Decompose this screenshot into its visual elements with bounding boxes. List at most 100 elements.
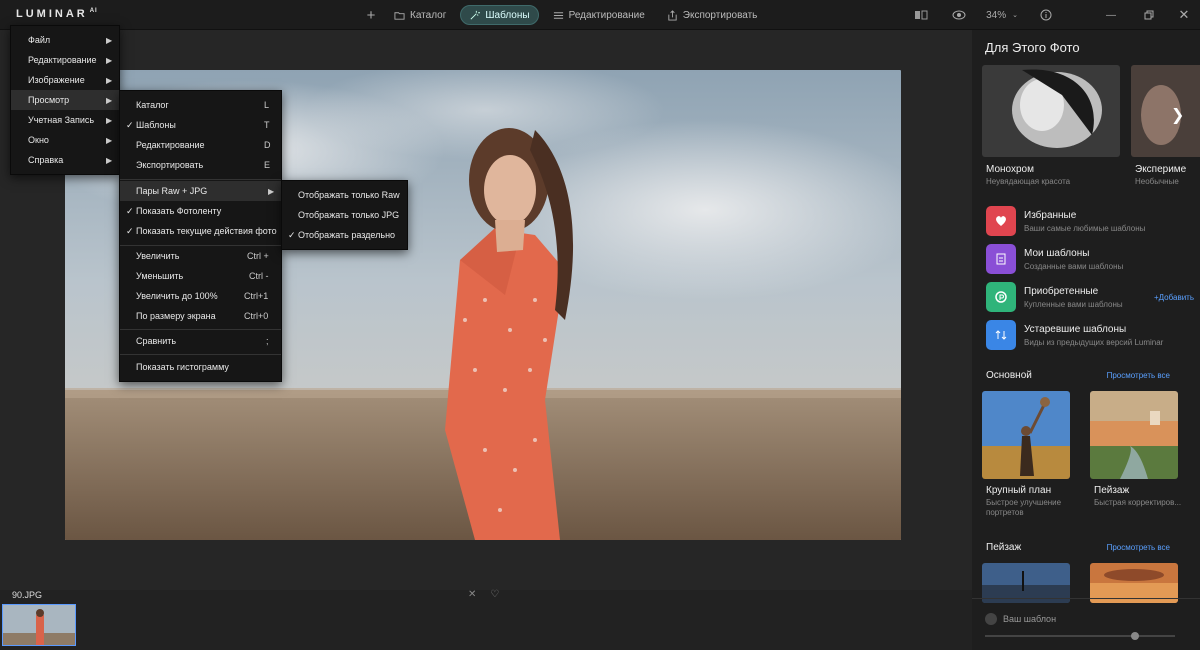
menu-item-label: Сравнить — [136, 336, 177, 346]
monochrome-preview — [982, 65, 1120, 157]
hero-template-monochrome[interactable] — [982, 65, 1120, 157]
luminar-window: LUMINAR AI + Каталог Шаблоны Редактирован… — [0, 0, 1200, 650]
menu-item-label: Окно — [28, 135, 49, 145]
view-item-zoom-out[interactable]: Уменьшить Ctrl - — [120, 266, 281, 286]
menu-item-label: Редактирование — [136, 140, 205, 150]
menu-item-help[interactable]: Справка ▶ — [11, 150, 119, 170]
collection-subtitle: Созданные вами шаблоны — [1024, 262, 1124, 271]
menu-item-image[interactable]: Изображение ▶ — [11, 70, 119, 90]
restore-icon[interactable] — [1144, 10, 1154, 20]
menu-item-label: Показать гистограмму — [136, 362, 229, 372]
view-item-catalog[interactable]: Каталог L — [120, 95, 281, 115]
view-item-compare[interactable]: Сравнить; — [120, 331, 281, 351]
tab-templates[interactable]: Шаблоны — [460, 5, 539, 25]
hero-template-experimental[interactable]: ❯ — [1131, 65, 1200, 157]
card-subtitle: Быстрое улучшение портретов — [986, 498, 1062, 517]
your-template-label[interactable]: Ваш шаблон — [1003, 614, 1056, 624]
menu-item-label: Пары Raw + JPG — [136, 186, 208, 196]
collection-title: Устаревшие шаблоны — [1024, 324, 1127, 335]
templates-sidebar: Для Этого Фото Монохром Неувядающая крас… — [972, 30, 1200, 650]
menu-item-view[interactable]: Просмотр ▶ — [11, 90, 119, 110]
closeup-preview — [982, 391, 1070, 479]
landscape-preview — [1090, 391, 1178, 479]
filmstrip-thumbnail[interactable] — [2, 604, 76, 646]
menu-item-label: Увеличить до 100% — [136, 291, 218, 301]
template-card-closeup[interactable] — [982, 391, 1070, 479]
collection-my-templates[interactable]: Мои шаблоны Созданные вами шаблоны — [986, 244, 1192, 276]
menu-item-shortcut: Ctrl+1 — [244, 291, 269, 301]
menu-item-window[interactable]: Окно ▶ — [11, 130, 119, 150]
menu-item-label: Учетная Запись — [28, 115, 95, 125]
app-logo[interactable]: LUMINAR AI — [16, 8, 98, 20]
view-item-show-histogram[interactable]: Показать гистограмму — [120, 357, 281, 377]
menu-item-shortcut: D — [264, 140, 271, 150]
hero-subtitle: Необычные — [1135, 177, 1179, 186]
chevron-down-icon[interactable]: ⌄ — [1012, 11, 1018, 19]
menu-item-label: Редактирование — [28, 55, 97, 65]
tab-export[interactable]: Экспортировать — [659, 5, 766, 25]
menu-divider — [120, 354, 281, 355]
purchased-icon — [986, 282, 1016, 312]
view-item-raw-jpg-pairs[interactable]: Пары Raw + JPG ▶ — [120, 181, 281, 201]
checkmark-icon: ✓ — [126, 225, 134, 236]
menu-divider — [120, 179, 281, 180]
collection-favorites[interactable]: Избранные Ваши самые любимые шаблоны — [986, 206, 1192, 238]
view-item-fit-screen[interactable]: По размеру экрана Ctrl+0 — [120, 306, 281, 326]
template-card-landscape-2[interactable] — [1090, 563, 1178, 603]
view-item-export[interactable]: Экспортировать E — [120, 155, 281, 175]
zoom-level[interactable]: 34% — [986, 10, 1006, 21]
compare-icon[interactable] — [914, 9, 928, 21]
menu-item-label: Изображение — [28, 75, 85, 85]
logo-text: LUMINAR — [16, 8, 88, 20]
menu-divider — [120, 329, 281, 330]
sliders-icon — [553, 11, 563, 19]
close-icon[interactable]: ✕ — [1168, 7, 1200, 23]
menu-item-label: Отображать только JPG — [298, 210, 400, 220]
template-amount-slider[interactable] — [985, 632, 1175, 640]
tab-edit-label: Редактирование — [568, 9, 645, 21]
sidebar-title: Для Этого Фото — [985, 40, 1080, 55]
view-item-edit[interactable]: Редактирование D — [120, 135, 281, 155]
view-item-templates[interactable]: ✓ Шаблоны T — [120, 115, 281, 135]
raw-item-jpg-only[interactable]: Отображать только JPG — [282, 205, 407, 225]
tab-edit[interactable]: Редактирование — [545, 5, 653, 25]
hero-title: Монохром — [986, 164, 1034, 175]
raw-item-raw-only[interactable]: Отображать только Raw — [282, 185, 407, 205]
template-card-landscape-1[interactable] — [982, 563, 1070, 603]
view-item-zoom-in[interactable]: Увеличить Ctrl + — [120, 246, 281, 266]
eye-icon[interactable] — [952, 9, 966, 21]
card-title: Пейзаж — [1094, 485, 1130, 496]
menu-item-label: Показать Фотоленту — [136, 206, 222, 216]
menu-item-shortcut: Ctrl+0 — [244, 311, 269, 321]
your-template-bar: Ваш шаблон — [972, 598, 1200, 650]
toolbar-right: 34% ⌄ — ✕ — [914, 0, 1200, 30]
magic-wand-icon — [470, 10, 481, 19]
raw-item-separate[interactable]: ✓ Отображать раздельно — [282, 225, 407, 245]
menu-item-label: Экспортировать — [136, 160, 204, 170]
tab-catalog[interactable]: Каталог — [386, 5, 454, 25]
menu-item-account[interactable]: Учетная Запись ▶ — [11, 110, 119, 130]
main-menu: Файл ▶ Редактирование ▶ Изображение ▶ Просм… — [10, 25, 120, 175]
collection-purchased[interactable]: Приобретенные Купленные вами шаблоны +До… — [986, 282, 1194, 314]
menu-item-file[interactable]: Файл ▶ — [11, 30, 119, 50]
add-purchased-button[interactable]: +Добавить — [1154, 293, 1194, 302]
chevron-right-icon: ❯ — [1171, 105, 1184, 124]
add-photos-button[interactable]: + — [362, 7, 380, 24]
slider-knob[interactable] — [1131, 632, 1139, 640]
view-item-show-actions[interactable]: ✓ Показать текущие действия фото — [120, 221, 281, 241]
view-item-show-filmstrip[interactable]: ✓ Показать Фотоленту — [120, 201, 281, 221]
template-card-landscape[interactable] — [1090, 391, 1178, 479]
reject-icon[interactable]: ✕ — [468, 589, 476, 600]
view-item-zoom-100[interactable]: Увеличить до 100% Ctrl+1 — [120, 286, 281, 306]
minimize-icon[interactable]: — — [1092, 10, 1130, 21]
submenu-arrow-icon: ▶ — [106, 55, 113, 65]
collection-legacy[interactable]: Устаревшие шаблоны Виды из предыдущих ве… — [986, 320, 1192, 352]
see-all-landscape-link[interactable]: Просмотреть все — [1107, 543, 1170, 552]
heart-icon[interactable]: ♡ — [490, 589, 499, 600]
menu-item-label: Уменьшить — [136, 271, 184, 281]
menu-item-edit[interactable]: Редактирование ▶ — [11, 50, 119, 70]
menu-item-label: Увеличить — [136, 251, 180, 261]
info-icon[interactable] — [1040, 9, 1052, 21]
filmstrip-actions: ✕ ♡ — [468, 589, 499, 600]
see-all-essentials-link[interactable]: Просмотреть все — [1107, 371, 1170, 380]
